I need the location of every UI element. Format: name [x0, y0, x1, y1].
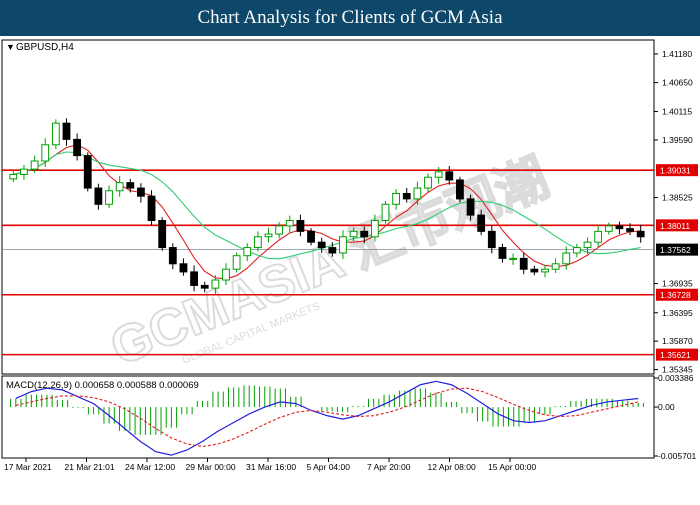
time-tick-label: 5 Apr 04:00 — [307, 462, 351, 472]
candle-body — [222, 268, 230, 281]
candle-body — [434, 171, 443, 178]
candle-body — [73, 138, 82, 157]
chart-svg: GCMASIA 汇市观潮 GLOBAL CAPITAL MARKETS ▼ GB… — [1, 39, 698, 472]
candle-body — [339, 236, 347, 254]
level-price-label: 1.38011 — [660, 221, 690, 231]
current-price-label: 1.37562 — [660, 245, 691, 255]
level-price-label: 1.35621 — [660, 350, 691, 360]
macd-label: MACD(12,26,9) 0.000658 0.000588 0.000069 — [6, 380, 199, 391]
candle-body — [328, 247, 337, 254]
time-tick-label: 12 Apr 08:00 — [428, 462, 476, 472]
candle-body — [30, 160, 39, 170]
level-price-label: 1.39031 — [660, 166, 691, 176]
candle-body — [147, 195, 156, 222]
macd-tick-label: 0.003386 — [658, 373, 694, 383]
candle-body — [424, 176, 432, 189]
price-tick-label: 1.39590 — [662, 135, 693, 145]
candle-body — [626, 228, 634, 232]
candle-body — [83, 155, 92, 189]
candle-body — [402, 192, 411, 200]
macd-tick-label: 0.00 — [658, 402, 675, 412]
time-tick-label: 7 Apr 20:00 — [367, 462, 411, 472]
price-tick-label: 1.41180 — [662, 49, 692, 59]
time-tick-label: 29 Mar 00:00 — [186, 462, 236, 472]
candle-body — [264, 233, 273, 238]
candle-body — [20, 168, 28, 176]
level-price-label: 1.36728 — [660, 290, 691, 300]
candle-body — [615, 225, 624, 230]
candle-body — [466, 198, 475, 216]
price-panel — [1, 39, 655, 375]
candle-body — [551, 263, 560, 270]
candle-body — [445, 171, 454, 181]
candle-body — [509, 257, 517, 260]
candle-body — [307, 230, 315, 243]
candle-body — [137, 187, 145, 197]
time-tick-label: 31 Mar 16:00 — [246, 462, 296, 472]
candle-body — [179, 263, 188, 273]
candle-body — [487, 230, 496, 249]
candle-body — [41, 144, 50, 162]
candle-body — [253, 236, 262, 249]
price-tick-label: 1.40650 — [662, 78, 693, 88]
candle-body — [519, 257, 528, 270]
candle-body — [51, 122, 60, 146]
candle-body — [413, 187, 422, 200]
macd-tick-label: -0.005701 — [658, 451, 697, 461]
candle-body — [126, 182, 135, 189]
candle-body — [232, 255, 241, 270]
candle-body — [583, 241, 592, 249]
candle-body — [530, 268, 539, 273]
page-title: Chart Analysis for Clients of GCM Asia — [0, 0, 700, 36]
candle-body — [105, 190, 113, 205]
candle-body — [477, 214, 486, 232]
price-tick-label: 1.36395 — [662, 308, 693, 318]
candle-body — [370, 220, 379, 238]
time-tick-label: 24 Mar 12:00 — [125, 462, 175, 472]
candle-body — [456, 179, 464, 200]
candle-body — [604, 225, 613, 232]
candle-body — [168, 247, 177, 265]
candle-body — [285, 220, 294, 227]
candle-body — [94, 187, 103, 205]
candle-body — [243, 247, 252, 257]
candle-body — [200, 284, 209, 289]
candle-body — [62, 122, 71, 140]
price-tick-label: 1.35870 — [662, 336, 693, 346]
candle-body — [572, 247, 581, 254]
candle-body — [317, 241, 326, 249]
price-tick-label: 1.40115 — [662, 107, 692, 117]
candle-body — [115, 182, 124, 192]
candle-body — [498, 247, 507, 259]
candle-body — [360, 230, 369, 238]
symbol-label: GBPUSD,H4 — [16, 42, 74, 53]
candle-body — [562, 252, 571, 265]
candle-body — [296, 220, 305, 232]
chart-frame: GCMASIA 汇市观潮 GLOBAL CAPITAL MARKETS ▼ GB… — [0, 36, 700, 500]
candle-body — [275, 225, 284, 235]
price-tick-label: 1.36935 — [662, 279, 693, 289]
time-tick-label: 15 Apr 00:00 — [488, 462, 536, 472]
candle-body — [392, 192, 401, 205]
candle-body — [381, 203, 390, 222]
candle-body — [594, 230, 603, 243]
candle-body — [158, 220, 167, 249]
price-tick-label: 1.38525 — [662, 193, 693, 203]
candle-body — [190, 271, 198, 286]
candle-body — [211, 279, 220, 289]
symbol-dropdown-icon[interactable]: ▼ — [6, 42, 15, 52]
candle-body — [541, 268, 549, 273]
candle-body — [636, 230, 645, 238]
candle-body — [9, 174, 18, 180]
time-tick-label: 21 Mar 21:01 — [65, 462, 115, 472]
candle-body — [349, 230, 358, 238]
time-tick-label: 17 Mar 2021 — [4, 462, 52, 472]
